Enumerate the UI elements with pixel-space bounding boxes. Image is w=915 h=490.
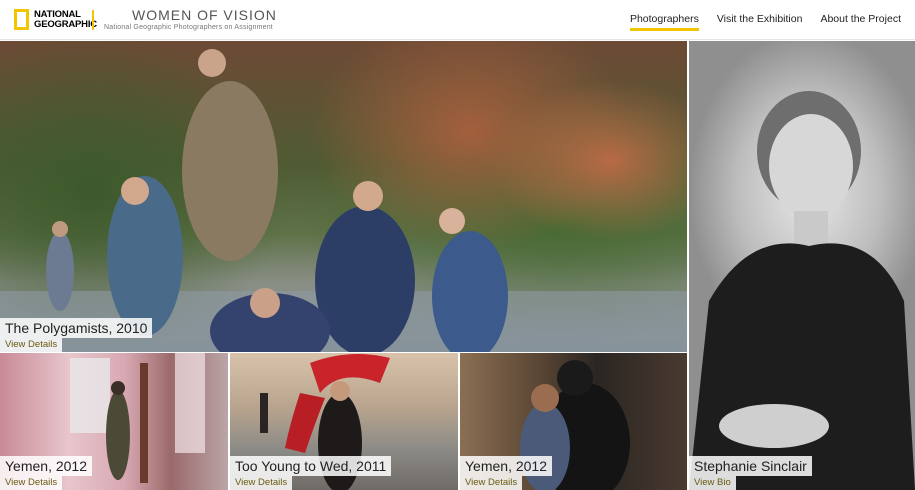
photo-tile-too-young-to-wed[interactable]: Too Young to Wed, 2011 View Details — [230, 353, 458, 490]
logo-divider — [92, 10, 94, 30]
nav-visit-exhibition[interactable]: Visit the Exhibition — [717, 13, 803, 25]
nav-photographers[interactable]: Photographers — [629, 13, 699, 31]
photographer-name[interactable]: Stephanie Sinclair — [689, 456, 812, 476]
nav-about-project[interactable]: About the Project — [820, 13, 901, 25]
hero-photo — [0, 49, 687, 352]
photo-tile-yemen-2[interactable]: Yemen, 2012 View Details — [460, 353, 687, 490]
project-title: WOMEN OF VISION — [132, 7, 277, 23]
logo-line-2: GEOGRAPHIC — [34, 18, 97, 30]
hero-view-details-link[interactable]: View Details — [0, 338, 63, 352]
yemen-2-caption: Yemen, 2012 View Details — [460, 456, 552, 490]
national-geographic-logo[interactable]: NATIONAL GEOGRAPHIC — [14, 9, 97, 30]
view-bio-link[interactable]: View Bio — [689, 476, 736, 490]
main-nav: Photographers Visit the Exhibition About… — [612, 13, 901, 31]
too-young-view-details-link[interactable]: View Details — [230, 476, 293, 490]
yemen-1-caption: Yemen, 2012 View Details — [0, 456, 92, 490]
photographer-caption: Stephanie Sinclair View Bio — [689, 456, 812, 490]
yemen-2-view-details-link[interactable]: View Details — [460, 476, 523, 490]
hero-caption: The Polygamists, 2010 View Details — [0, 318, 153, 352]
site-header: NATIONAL GEOGRAPHIC WOMEN OF VISION Nati… — [0, 0, 915, 40]
project-title-block[interactable]: WOMEN OF VISION National Geographic Phot… — [104, 8, 277, 32]
yemen-2-title[interactable]: Yemen, 2012 — [460, 456, 552, 476]
hero-photo-tile[interactable]: The Polygamists, 2010 View Details — [0, 41, 687, 352]
photo-tile-yemen-1[interactable]: Yemen, 2012 View Details — [0, 353, 228, 490]
project-subtitle: National Geographic Photographers on Ass… — [104, 24, 273, 31]
too-young-title[interactable]: Too Young to Wed, 2011 — [230, 456, 392, 476]
yemen-1-view-details-link[interactable]: View Details — [0, 476, 63, 490]
logo-line-1: NATIONAL — [34, 8, 81, 20]
photographer-portrait — [689, 91, 915, 490]
hero-title[interactable]: The Polygamists, 2010 — [0, 318, 153, 338]
photographer-portrait-tile[interactable]: Stephanie Sinclair View Bio — [689, 41, 915, 490]
yellow-border-icon — [14, 9, 29, 30]
too-young-caption: Too Young to Wed, 2011 View Details — [230, 456, 392, 490]
yemen-1-title[interactable]: Yemen, 2012 — [0, 456, 92, 476]
